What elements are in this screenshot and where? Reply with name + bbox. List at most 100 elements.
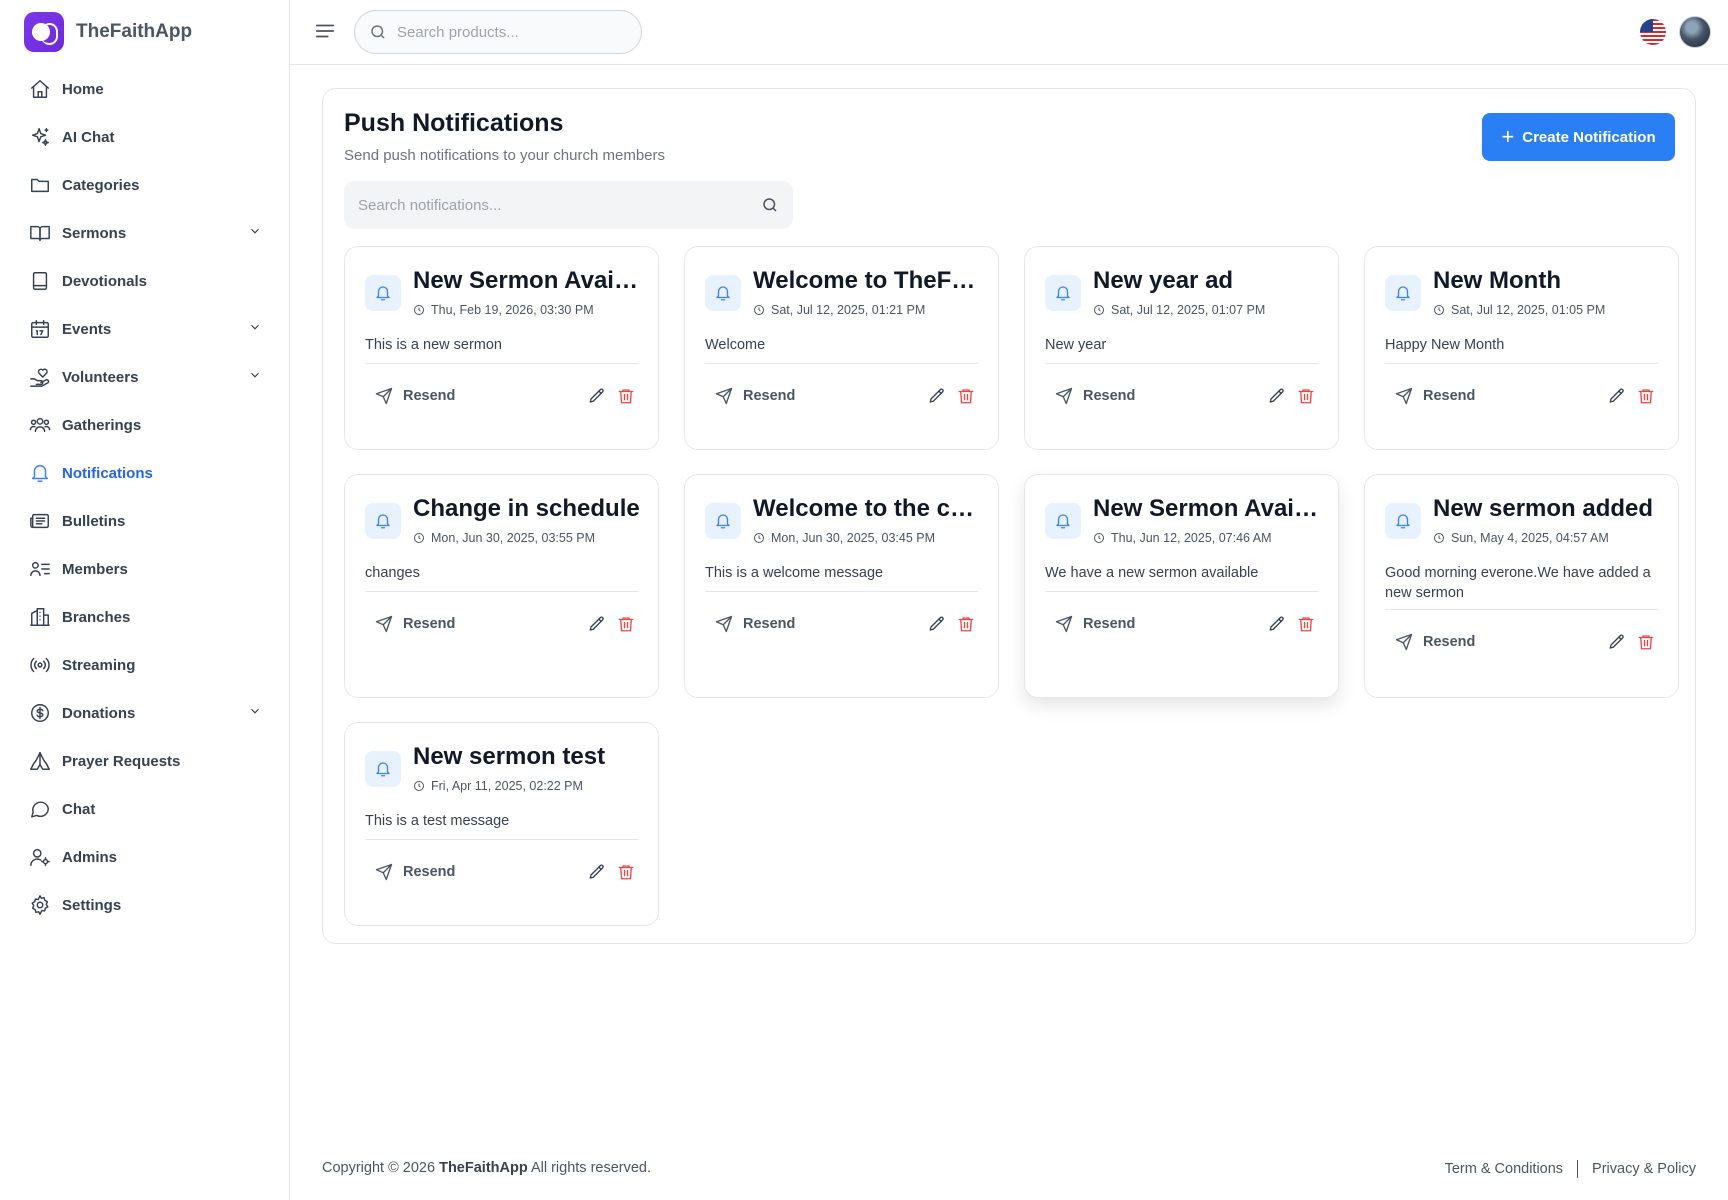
footer: Copyright © 2026 TheFaithApp All rights … xyxy=(322,1160,1696,1180)
edit-button[interactable] xyxy=(928,387,948,407)
sidebar-item-streaming[interactable]: Streaming xyxy=(0,641,290,689)
delete-button[interactable] xyxy=(1637,387,1657,407)
notification-date-text: Sun, May 4, 2025, 04:57 AM xyxy=(1451,531,1609,545)
sidebar-item-notifications[interactable]: Notifications xyxy=(0,449,290,497)
pencil-icon xyxy=(1269,388,1284,403)
send-icon xyxy=(1395,633,1413,651)
sidebar-item-branches[interactable]: Branches xyxy=(0,593,290,641)
notification-title: New sermon test xyxy=(413,743,606,770)
pencil-icon xyxy=(589,616,604,631)
sidebar-item-prayer-requests[interactable]: Prayer Requests xyxy=(0,737,290,785)
resend-button[interactable]: Resend xyxy=(375,381,455,411)
edit-button[interactable] xyxy=(1268,615,1288,635)
edit-button[interactable] xyxy=(1268,387,1288,407)
page-title: Push Notifications xyxy=(344,109,564,137)
edit-button[interactable] xyxy=(588,863,608,883)
resend-button[interactable]: Resend xyxy=(1395,381,1475,411)
edit-button[interactable] xyxy=(928,615,948,635)
privacy-link[interactable]: Privacy & Policy xyxy=(1592,1161,1696,1177)
menu-toggle-button[interactable] xyxy=(314,20,338,44)
edit-button[interactable] xyxy=(588,615,608,635)
resend-button[interactable]: Resend xyxy=(1055,381,1135,411)
delete-button[interactable] xyxy=(957,387,977,407)
topbar xyxy=(290,0,1728,65)
delete-button[interactable] xyxy=(1297,387,1317,407)
notification-date: Sat, Jul 12, 2025, 01:05 PM xyxy=(1433,303,1605,317)
bell-icon xyxy=(716,286,730,301)
sidebar-item-bulletins[interactable]: Bulletins xyxy=(0,497,290,545)
sidebar-item-events[interactable]: Events xyxy=(0,305,290,353)
notification-search-input[interactable] xyxy=(358,196,761,214)
sidebar-item-admins[interactable]: Admins xyxy=(0,833,290,881)
sidebar-item-label: Admins xyxy=(62,848,118,866)
trash-icon xyxy=(1298,389,1314,404)
sidebar-item-donations[interactable]: Donations xyxy=(0,689,290,737)
sidebar: TheFaithApp Home AI Chat Categories Serm… xyxy=(0,0,290,1200)
sidebar-item-home[interactable]: Home xyxy=(0,65,290,113)
notification-title: New Sermon Available xyxy=(413,267,643,294)
send-icon xyxy=(715,387,733,405)
notification-icon-box xyxy=(1045,275,1081,311)
bell-icon xyxy=(1396,514,1410,529)
notification-card: Welcome to the church Mon, Jun 30, 2025, … xyxy=(684,474,999,698)
notification-icon-box xyxy=(1045,503,1081,539)
product-search-input[interactable] xyxy=(397,23,617,41)
delete-button[interactable] xyxy=(1637,633,1657,653)
sidebar-item-volunteers[interactable]: Volunteers xyxy=(0,353,290,401)
send-icon xyxy=(375,863,393,881)
delete-button[interactable] xyxy=(957,615,977,635)
us-flag-language-icon[interactable] xyxy=(1640,19,1666,45)
sidebar-item-label: Notifications xyxy=(62,464,153,482)
sidebar-item-label: Members xyxy=(62,560,128,578)
gear-icon xyxy=(28,893,52,917)
notification-title: New year ad xyxy=(1093,267,1234,294)
sidebar-item-settings[interactable]: Settings xyxy=(0,881,290,929)
resend-label: Resend xyxy=(403,616,456,632)
delete-button[interactable] xyxy=(1297,615,1317,635)
delete-button[interactable] xyxy=(617,863,637,883)
sidebar-item-categories[interactable]: Categories xyxy=(0,161,290,209)
notification-date: Thu, Jun 12, 2025, 07:46 AM xyxy=(1093,531,1272,545)
user-avatar[interactable] xyxy=(1679,16,1711,48)
clock-icon xyxy=(414,305,424,315)
newspaper-icon xyxy=(28,509,52,533)
notification-card: Change in schedule Mon, Jun 30, 2025, 03:… xyxy=(344,474,659,698)
search-icon[interactable] xyxy=(761,196,779,214)
delete-button[interactable] xyxy=(617,615,637,635)
create-notification-button[interactable]: + Create Notification xyxy=(1482,113,1675,161)
create-notification-label: Create Notification xyxy=(1522,128,1656,146)
sidebar-item-label: Streaming xyxy=(62,656,136,674)
resend-button[interactable]: Resend xyxy=(375,857,455,887)
send-icon xyxy=(375,615,393,633)
broadcast-icon xyxy=(28,653,52,677)
edit-button[interactable] xyxy=(588,387,608,407)
resend-label: Resend xyxy=(743,388,796,404)
notification-card: New Sermon Available Thu, Feb 19, 2026, 0… xyxy=(344,246,659,450)
sidebar-item-ai-chat[interactable]: AI Chat xyxy=(0,113,290,161)
card-divider xyxy=(705,591,978,592)
resend-button[interactable]: Resend xyxy=(1055,609,1135,639)
edit-button[interactable] xyxy=(1608,633,1628,653)
resend-button[interactable]: Resend xyxy=(715,609,795,639)
sidebar-item-members[interactable]: Members xyxy=(0,545,290,593)
copyright: Copyright © 2026 TheFaithApp All rights … xyxy=(322,1160,651,1176)
notification-message: This is a test message xyxy=(365,813,510,829)
bell-icon xyxy=(1396,286,1410,301)
sidebar-item-chat[interactable]: Chat xyxy=(0,785,290,833)
sidebar-item-sermons[interactable]: Sermons xyxy=(0,209,290,257)
sidebar-item-devotionals[interactable]: Devotionals xyxy=(0,257,290,305)
resend-label: Resend xyxy=(1423,634,1476,650)
sidebar-item-gatherings[interactable]: Gatherings xyxy=(0,401,290,449)
notification-card: Welcome to TheFaithApp Sat, Jul 12, 2025,… xyxy=(684,246,999,450)
resend-button[interactable]: Resend xyxy=(715,381,795,411)
resend-button[interactable]: Resend xyxy=(375,609,455,639)
group-icon xyxy=(28,413,52,437)
brand[interactable]: TheFaithApp xyxy=(24,12,192,52)
delete-button[interactable] xyxy=(617,387,637,407)
edit-button[interactable] xyxy=(1608,387,1628,407)
resend-button[interactable]: Resend xyxy=(1395,627,1475,657)
notification-date: Mon, Jun 30, 2025, 03:55 PM xyxy=(413,531,595,545)
bell-icon xyxy=(716,514,730,529)
terms-link[interactable]: Term & Conditions xyxy=(1445,1161,1563,1177)
pencil-icon xyxy=(1609,388,1624,403)
